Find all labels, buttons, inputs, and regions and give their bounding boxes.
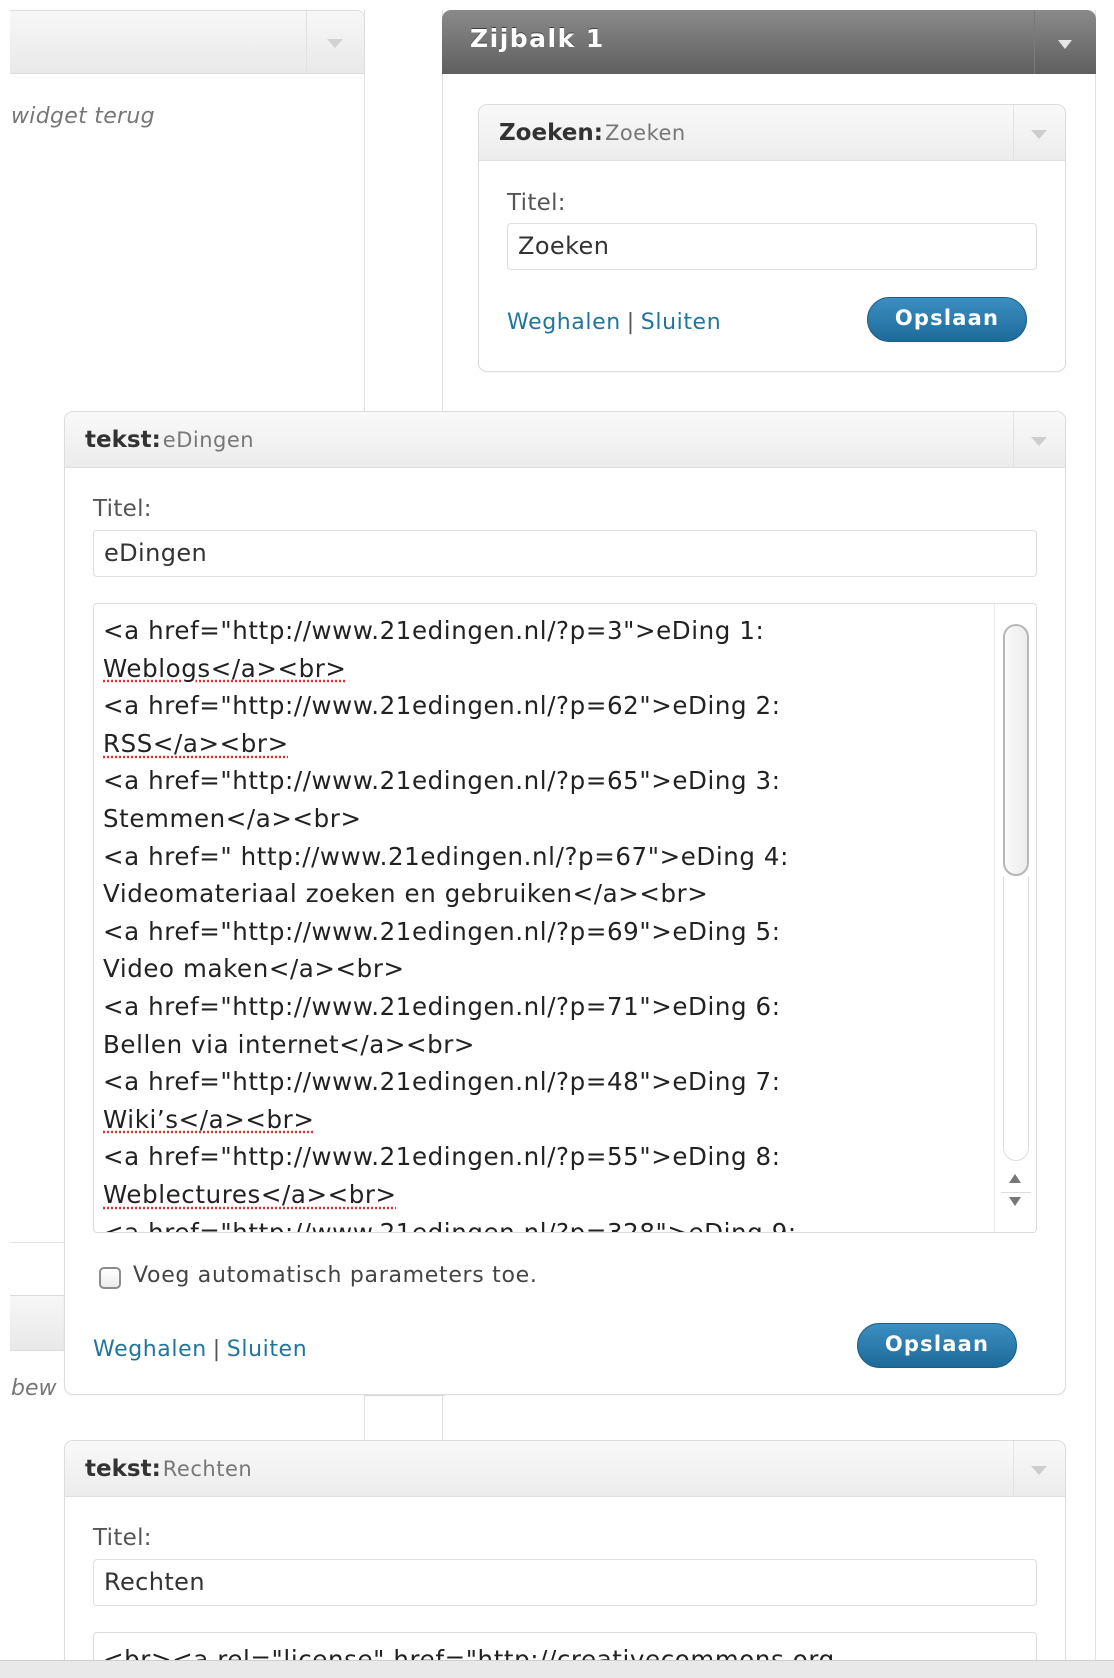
text-line: Stemmen</a><br> xyxy=(103,803,362,833)
text-fragment: RSS</a><br> xyxy=(103,728,289,758)
remove-link[interactable]: Weghalen xyxy=(507,310,621,335)
text-line: <a href="http://www.21edingen.nl/?p=71">… xyxy=(103,991,781,1021)
title-label: Titel: xyxy=(93,496,152,522)
text-line: Videomateriaal zoeken en gebruiken</a><b… xyxy=(103,879,709,909)
widget-header[interactable]: tekst:Rechten xyxy=(65,1441,1065,1497)
text-line: <a href="http://www.21edingen.nl/?p=65">… xyxy=(103,766,781,796)
inactive-widgets-header[interactable] xyxy=(10,1295,70,1351)
arrow-down-icon[interactable] xyxy=(1008,1194,1024,1210)
divider xyxy=(10,1242,70,1243)
title-label: Titel: xyxy=(507,190,566,216)
title-label: Titel: xyxy=(93,1525,152,1551)
available-widgets-note: widget terug xyxy=(11,104,155,129)
auto-parameters-label[interactable]: Voeg automatisch parameters toe. xyxy=(133,1263,538,1288)
divider xyxy=(365,1395,445,1396)
text-content: <a href="http://www.21edingen.nl/?p=3">e… xyxy=(103,612,943,1233)
text-line: Wiki’s</a><br> xyxy=(103,1101,943,1139)
scrollbar-thumb[interactable] xyxy=(1003,624,1029,876)
link-separator: | xyxy=(212,1337,221,1362)
chevron-down-icon[interactable] xyxy=(306,11,364,73)
sidebar-header[interactable]: Zijbalk 1 xyxy=(442,10,1096,74)
title-input[interactable]: Zoeken xyxy=(507,223,1037,270)
text-content-area[interactable]: <a href="http://www.21edingen.nl/?p=3">e… xyxy=(93,603,1037,1233)
text-line: <a href="http://www.21edingen.nl/?p=3">e… xyxy=(103,616,765,645)
widget-text-edingen: tekst:eDingen Titel: eDingen <a href="ht… xyxy=(64,411,1066,1395)
text-line: <a href="http://www.21edingen.nl/?p=69">… xyxy=(103,916,781,946)
text-line: Video maken</a><br> xyxy=(103,954,405,984)
text-line: Weblectures</a><br> xyxy=(103,1176,943,1214)
text-line: <a href=" http://www.21edingen.nl/?p=67"… xyxy=(103,841,789,871)
text-fragment: Weblogs</a><br> xyxy=(103,653,347,683)
text-line: Bellen via internet</a><br> xyxy=(103,1029,476,1059)
text-fragment: Wiki’s</a><br> xyxy=(103,1104,315,1134)
close-link[interactable]: Sluiten xyxy=(227,1337,307,1362)
remove-link[interactable]: Weghalen xyxy=(93,1337,207,1362)
chevron-down-icon[interactable] xyxy=(1013,1441,1065,1496)
arrow-up-icon[interactable] xyxy=(1008,1171,1024,1187)
chevron-down-icon[interactable] xyxy=(1034,10,1096,74)
widget-text-rechten: tekst:Rechten Titel: Rechten <br><a rel=… xyxy=(64,1440,1066,1678)
text-line: <a href="http://www.21edingen.nl/?p=62">… xyxy=(103,691,781,721)
save-button[interactable]: Opslaan xyxy=(857,1323,1017,1368)
chevron-down-icon[interactable] xyxy=(1013,412,1065,467)
save-button[interactable]: Opslaan xyxy=(867,297,1027,342)
widget-name: eDingen xyxy=(162,428,255,452)
close-link[interactable]: Sluiten xyxy=(641,310,721,335)
text-line: Weblogs</a><br> xyxy=(103,650,943,688)
widget-type: tekst xyxy=(85,1456,152,1482)
text-line: <a href="http://www.21edingen.nl/?p=55">… xyxy=(103,1142,781,1172)
widget-type: tekst xyxy=(85,427,152,453)
widget-type: Zoeken xyxy=(499,120,594,146)
chevron-down-icon[interactable] xyxy=(1013,105,1065,160)
divider xyxy=(1001,1192,1031,1193)
widget-name: Zoeken xyxy=(604,121,686,145)
text-line: RSS</a><br> xyxy=(103,725,943,763)
text-line: <a href="http://www.21edingen.nl/?p=48">… xyxy=(103,1067,781,1097)
sidebar-title: Zijbalk 1 xyxy=(470,24,605,53)
widget-search: Zoeken:Zoeken Titel: Zoeken Weghalen | Slu… xyxy=(478,104,1066,372)
scrollbar-track[interactable] xyxy=(1003,876,1029,1161)
widget-name: Rechten xyxy=(162,1457,253,1481)
text-fragment: Weblectures</a><br> xyxy=(103,1179,397,1209)
auto-parameters-checkbox[interactable] xyxy=(99,1267,121,1289)
available-widgets-header[interactable] xyxy=(10,10,365,74)
window-bottom-edge xyxy=(0,1660,1114,1678)
link-separator: | xyxy=(626,310,635,335)
title-input[interactable]: eDingen xyxy=(93,530,1037,577)
scrollbar[interactable] xyxy=(994,604,1036,1232)
inactive-widgets-note: bew xyxy=(11,1376,57,1401)
text-line: <a href="http://www.21edingen.nl/?p=328"… xyxy=(103,1217,797,1233)
title-input[interactable]: Rechten xyxy=(93,1559,1037,1606)
widget-header[interactable]: tekst:eDingen xyxy=(65,412,1065,468)
widget-header[interactable]: Zoeken:Zoeken xyxy=(479,105,1065,161)
